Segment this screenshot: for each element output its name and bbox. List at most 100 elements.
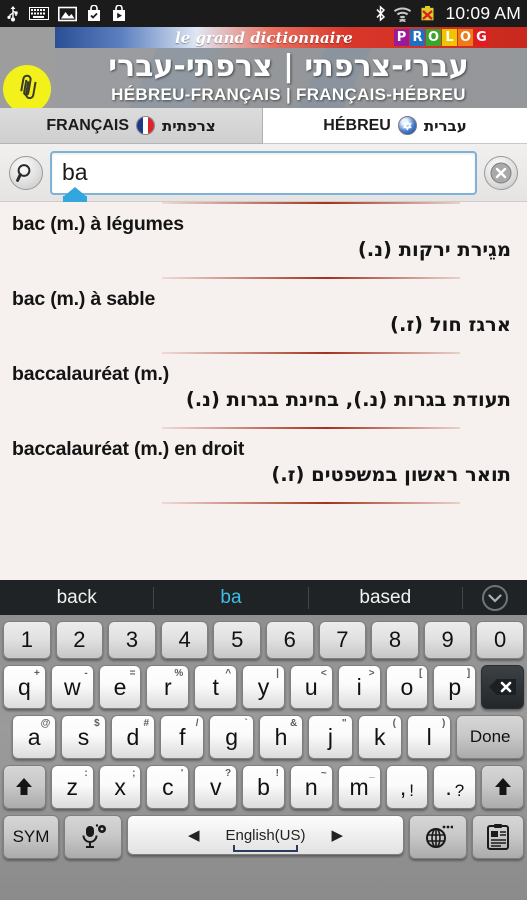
results-list[interactable]: bac (m.) à légumes מגֵירת ירקות (נ.) bac…: [0, 202, 527, 580]
key-f-alt: /: [195, 718, 199, 729]
key-f[interactable]: / f: [160, 715, 205, 759]
keyboard-row-3: : z ; x ' c ? v ! b ~ n _ m , ! . ?: [3, 765, 524, 809]
clipboard-icon[interactable]: [472, 815, 524, 859]
key-m[interactable]: _ m: [337, 765, 381, 809]
key-o[interactable]: [ o: [385, 665, 429, 709]
on-screen-keyboard: 1 2 3 4 5 6 7 8 9 0 + q - w = e % r ^ t …: [0, 615, 527, 900]
prolog-letter: P: [394, 29, 409, 46]
entry-source-term: baccalauréat (m.) en droit: [12, 438, 245, 460]
key-k[interactable]: ( k: [357, 715, 402, 759]
key-comma-label: ,: [399, 773, 407, 800]
key-x[interactable]: ; x: [98, 765, 142, 809]
key-j[interactable]: " j: [308, 715, 353, 759]
backspace-icon[interactable]: [481, 665, 524, 709]
list-item[interactable]: baccalauréat (m.) תעודת בגרות (נ.), בחינ…: [0, 352, 527, 427]
key-s[interactable]: $ s: [61, 715, 106, 759]
key-d-label: d: [126, 723, 140, 750]
bluetooth-icon: [376, 5, 386, 22]
shift-right-key[interactable]: [481, 765, 524, 809]
key-comma[interactable]: , !: [385, 765, 429, 809]
key-h-alt: &: [290, 718, 298, 729]
suggestion-item[interactable]: based: [309, 586, 463, 609]
key-w[interactable]: - w: [50, 665, 94, 709]
key-g[interactable]: ` g: [209, 715, 254, 759]
suggestion-expand-button[interactable]: [463, 584, 527, 611]
status-left-icons: [6, 5, 127, 22]
key-9[interactable]: 9: [423, 621, 472, 659]
key-3[interactable]: 3: [108, 621, 156, 659]
key-r[interactable]: % r: [146, 665, 190, 709]
tab-hebreu[interactable]: HÉBREU ✡ עברית: [263, 108, 527, 144]
globe-icon[interactable]: [409, 815, 467, 859]
space-key[interactable]: ◀ English(US) ▶: [127, 815, 404, 855]
key-z-alt: :: [84, 768, 88, 779]
entry-target-term: ארגז חול (ז.): [390, 313, 511, 336]
sym-key[interactable]: SYM: [3, 815, 59, 859]
suggestion-item-current[interactable]: ba: [154, 586, 309, 609]
key-v[interactable]: ? v: [194, 765, 238, 809]
key-h-label: h: [274, 723, 288, 750]
key-5[interactable]: 5: [213, 621, 261, 659]
list-item[interactable]: baccalauréat (m.) en droit תואר ראשון במ…: [0, 427, 527, 502]
language-tabs: FRANÇAIS צרפתית HÉBREU ✡ עברית: [0, 108, 527, 144]
list-item[interactable]: bac (m.) à légumes מגֵירת ירקות (נ.): [0, 202, 527, 277]
mic-settings-icon[interactable]: [64, 815, 122, 859]
clear-icon[interactable]: [484, 155, 518, 190]
key-b[interactable]: ! b: [242, 765, 285, 809]
paperclip-icon[interactable]: [3, 65, 51, 108]
search-icon[interactable]: [9, 155, 43, 190]
key-8[interactable]: 8: [371, 621, 419, 659]
key-7[interactable]: 7: [318, 621, 367, 659]
key-z-label: z: [66, 773, 79, 800]
prolog-letter: O: [426, 29, 441, 46]
key-n[interactable]: ~ n: [289, 765, 333, 809]
keyboard-row-2: @ a $ s # d / f ` g & h " j (k) l Done: [3, 715, 525, 759]
key-w-label: w: [63, 673, 81, 700]
key-period[interactable]: . ?: [433, 765, 477, 809]
key-g-label: g: [225, 723, 239, 750]
entry-target-term: תעודת בגרות (נ.), בחינת בגרות (נ.): [185, 388, 511, 411]
key-period-label: .: [445, 773, 452, 800]
key-u-alt: <: [320, 668, 327, 679]
key-o-label: o: [400, 673, 414, 700]
key-b-label: b: [257, 773, 270, 800]
entry-target-term: מגֵירת ירקות (נ.): [357, 238, 511, 261]
key-t[interactable]: ^ t: [194, 665, 238, 709]
key-u[interactable]: < u: [289, 665, 333, 709]
key-q[interactable]: + q: [3, 665, 46, 709]
key-c-label: c: [162, 773, 174, 800]
tab-francais-native: צרפתית: [162, 116, 216, 135]
key-4[interactable]: 4: [160, 621, 209, 659]
key-h[interactable]: & h: [258, 715, 304, 759]
chevron-down-icon: [481, 584, 508, 611]
key-0[interactable]: 0: [476, 621, 524, 659]
key-2[interactable]: 2: [55, 621, 104, 659]
space-language-label: English(US): [225, 826, 306, 852]
tab-hebreu-native: עברית: [423, 116, 467, 135]
list-item-partial[interactable]: [0, 502, 527, 504]
list-item[interactable]: bac (m.) à sable ארגז חול (ז.): [0, 277, 527, 352]
key-i[interactable]: > i: [337, 665, 381, 709]
keyboard-bottom-row: SYM ◀ English(US) ▶: [3, 815, 524, 859]
key-y[interactable]: | y: [242, 665, 285, 709]
done-button[interactable]: Done: [456, 715, 525, 759]
status-right-icons: 10:09 AM: [375, 3, 521, 24]
key-e[interactable]: = e: [98, 665, 142, 709]
key-k-label: k: [374, 723, 386, 750]
key-1[interactable]: 1: [3, 621, 51, 659]
arrow-left-icon[interactable]: ◀: [188, 826, 200, 844]
key-a[interactable]: @ a: [11, 715, 57, 759]
tab-francais[interactable]: FRANÇAIS צרפתית: [0, 108, 263, 144]
key-d[interactable]: # d: [110, 715, 156, 759]
key-p[interactable]: ] p: [433, 665, 477, 709]
suggestion-item[interactable]: back: [0, 586, 155, 609]
key-l[interactable]: ) l: [406, 715, 452, 759]
key-6[interactable]: 6: [266, 621, 314, 659]
prolog-logo: P R O L O G: [394, 29, 489, 46]
shift-left-key[interactable]: [3, 765, 46, 809]
arrow-right-icon[interactable]: ▶: [332, 826, 344, 844]
key-c[interactable]: ' c: [146, 765, 190, 809]
key-z[interactable]: : z: [50, 765, 94, 809]
search-input[interactable]: ba: [50, 150, 477, 195]
key-m-alt: _: [368, 768, 375, 779]
